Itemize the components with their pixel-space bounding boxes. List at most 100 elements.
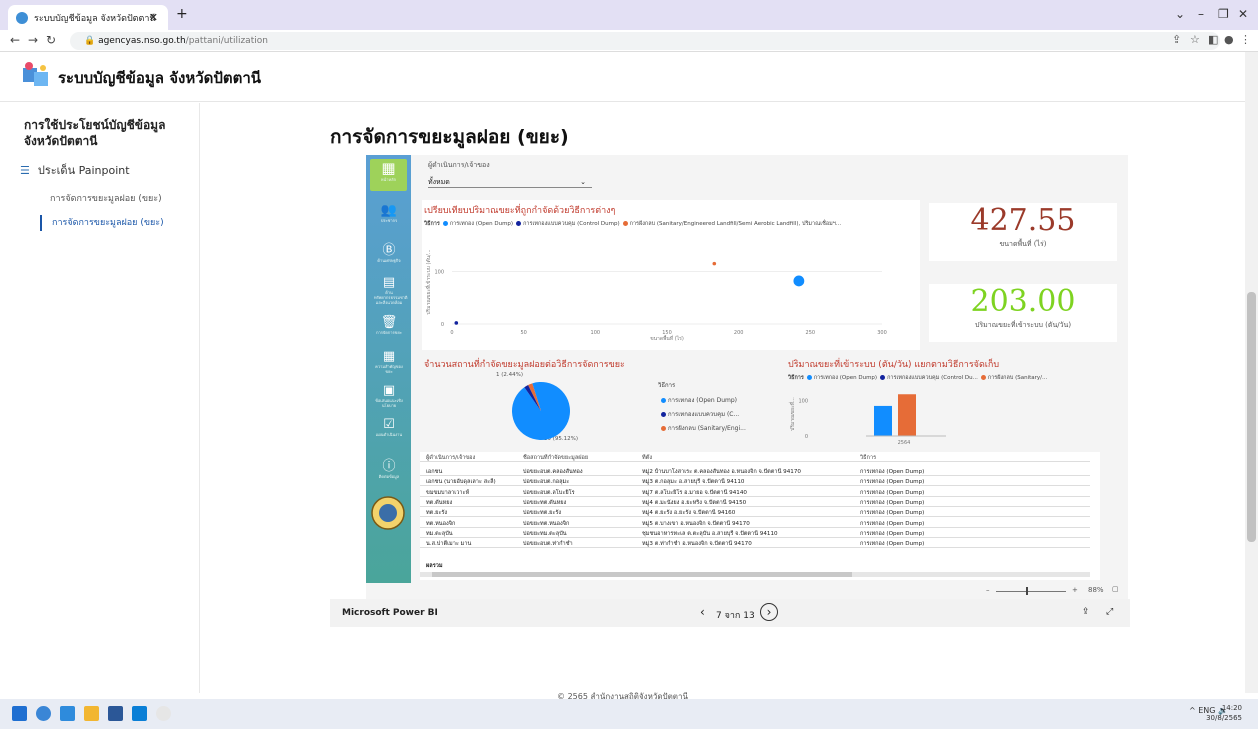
tray-chevron-icon[interactable]: ^ xyxy=(1189,706,1198,715)
clock[interactable]: 14:20 30/8/2565 xyxy=(1206,703,1242,723)
table-row[interactable]: ทต.ยะรัง บ่อขยะทต.ยะรัง หมู่4 ต.ยะรัง อ.ยะ… xyxy=(420,509,1090,518)
waste-sites-table[interactable]: ผู้ดำเนินการ/เจ้าของ ชื่อสถานที่กำจัดขยะม… xyxy=(420,452,1100,580)
legend-item: การเทกอง (Open Dump) xyxy=(449,221,514,227)
table-cell: การเทกอง (Open Dump) xyxy=(860,499,925,506)
share-icon[interactable]: ⇪ xyxy=(1172,33,1181,46)
page-scrollbar[interactable] xyxy=(1245,52,1258,693)
tab-search-chevron-icon[interactable]: ⌄ xyxy=(1175,7,1185,21)
pie-legend-item: การฝังกลบ (Sanitary/Engi... xyxy=(658,422,746,436)
pie-legend-item: การเทกองแบบควบคุม (C... xyxy=(658,408,746,422)
table-row[interactable]: ทต.หนองจิก บ่อขยะทต.หนองจิก หมู่5 ต.บางเขา… xyxy=(420,520,1090,528)
forward-icon[interactable]: → xyxy=(28,33,38,47)
site-logo-icon xyxy=(23,62,48,86)
rail-population-button[interactable]: 👥 ประชากร xyxy=(374,203,404,231)
info-icon: ⓘ xyxy=(382,459,396,474)
legend-dot xyxy=(442,221,448,226)
share-report-icon[interactable]: ⇪ xyxy=(1082,607,1090,617)
minimize-icon[interactable]: – xyxy=(1198,7,1204,21)
table-cell: ผู้ดำเนินการ/เจ้าของ xyxy=(426,455,476,461)
bar xyxy=(874,405,892,436)
sidebar-item-waste-2[interactable]: การจัดการขยะมูลฝอย (ขยะ) xyxy=(40,215,164,231)
file-explorer-icon[interactable] xyxy=(84,706,99,721)
table-cell: ทม.ตะลุบัน xyxy=(426,530,453,537)
table-cell: บ่อขยะทต.ตันหยง xyxy=(523,499,567,506)
chrome-icon[interactable] xyxy=(156,706,171,721)
new-tab-icon[interactable]: + xyxy=(176,6,188,22)
window-close-icon[interactable]: ✕ xyxy=(1238,7,1248,21)
tab-close-icon[interactable]: ✕ xyxy=(149,11,158,24)
table-scroll-thumb[interactable] xyxy=(432,572,852,577)
browser-menu-icon[interactable]: ⋮ xyxy=(1240,33,1251,46)
rail-waste-button[interactable]: 🗑 การจัดการขยะ xyxy=(374,315,404,343)
legend-item: การเทกอง (Open Dump) xyxy=(813,375,878,381)
rail-label: ด้านเศรษฐกิจ xyxy=(377,258,401,263)
sidebar-section-label: ประเด็น Painpoint xyxy=(37,164,130,177)
table-cell: บ่อขยะทต.หนองจิก xyxy=(523,520,570,527)
rail-plan-button[interactable]: ☑ แผนดำเนินงาน xyxy=(374,417,404,445)
table-cell: หมู่4 ต.มะนังยง อ.ยะหริ่ง จ.ปัตตานี 9415… xyxy=(642,499,747,506)
checklist-icon: ☑ xyxy=(383,417,395,432)
zoom-slider[interactable] xyxy=(996,591,1066,592)
pie-legend: การเทกอง (Open Dump) การเทกองแบบควบคุม (… xyxy=(658,394,746,436)
table-row[interactable]: เอกชน บ่อขยะอบต.คลองสันทอง หมู่2 บ้านบาโงส… xyxy=(420,468,1090,476)
owner-filter-dropdown[interactable]: ทั้งหมด ⌄ xyxy=(428,176,592,188)
table-cell: การเทกอง (Open Dump) xyxy=(860,541,925,548)
url-field[interactable]: 🔒 agencyas.nso.go.th/pattani/utilization xyxy=(70,32,1220,50)
person-board-icon: ▣ xyxy=(382,383,396,398)
zoom-slider-handle[interactable] xyxy=(1026,587,1028,595)
zoom-out-icon[interactable]: – xyxy=(986,586,990,594)
store-icon[interactable] xyxy=(60,706,75,721)
zoom-in-icon[interactable]: + xyxy=(1072,586,1078,594)
table-row[interactable]: น.ส.ปาตีเมาะ มาน บ่อขยะอบต.ท่ากำชำ หมู่3 ต… xyxy=(420,540,1090,549)
x-tick-label: 2564 xyxy=(898,440,911,446)
bar-chart[interactable]: 0 100ปริมาณขยะที่... 2564 xyxy=(786,384,986,450)
edge-icon[interactable] xyxy=(36,706,51,721)
bar-legend: วิธีการ การเทกอง (Open Dump) การเทกองแบบคว… xyxy=(788,374,1116,382)
profile-avatar-icon[interactable]: ● xyxy=(1224,33,1234,46)
rail-environment-button[interactable]: ▤ ด้านทรัพยากรธรรมชาติและสิ่งแวดล้อม xyxy=(374,275,408,305)
word-icon[interactable] xyxy=(108,706,123,721)
table-row[interactable]: ทม.ตะลุบัน บ่อขยะทม.ตะลุบัน ชุมชนอาหารทะเล… xyxy=(420,530,1090,538)
legend-dot xyxy=(980,375,986,380)
building-icon: ▤ xyxy=(382,275,396,290)
table-row[interactable]: ทต.ตันหยง บ่อขยะทต.ตันหยง หมู่4 ต.มะนังยง … xyxy=(420,499,1090,507)
table-cell: บ่อขยะอบต.คลองสันทอง xyxy=(523,469,583,475)
zoom-level: 88% xyxy=(1088,586,1104,594)
sidebar-toggle-icon[interactable]: ◧ xyxy=(1208,33,1218,46)
scrollbar-thumb[interactable] xyxy=(1247,292,1256,542)
reload-icon[interactable]: ↻ xyxy=(46,33,56,47)
scatter-plot[interactable]: 01000 50 100 150 200 250 300ขนาดพื้นที่ (ไร่)ป… xyxy=(422,230,920,350)
fullscreen-icon[interactable]: ⤢ xyxy=(1106,607,1113,617)
rail-contact-button[interactable]: ⓘ ติดต่อข้อมูล xyxy=(374,455,404,483)
fit-to-page-icon[interactable]: ▢ xyxy=(1112,585,1119,593)
rail-policy-button[interactable]: ▣ ข้อเสนอแนะเชิงนโยบาย xyxy=(374,383,404,411)
rail-home-button[interactable]: ▦ หน้าหลัก xyxy=(370,159,407,191)
x-tick-label: 200 xyxy=(734,330,744,336)
site-header: ระบบบัญชีข้อมูล จังหวัดปัตตานี xyxy=(0,52,1245,102)
bookmark-star-icon[interactable]: ☆ xyxy=(1190,33,1200,46)
table-row[interactable]: เอกชน (นายอับดุลเลาะ สะลี) บ่อขยะอบต.กอลุ… xyxy=(420,478,1090,487)
pie-chart[interactable] xyxy=(510,380,572,442)
browser-tab[interactable]: ระบบบัญชีข้อมูล จังหวัดปัตตานี ✕ xyxy=(8,5,168,30)
rail-economy-button[interactable]: Ⓑ ด้านเศรษฐกิจ xyxy=(374,239,404,267)
kpi-area-card: 427.55 ขนาดพื้นที่ (ไร่) xyxy=(929,203,1117,261)
list-icon: ☰ xyxy=(20,163,30,177)
start-icon[interactable] xyxy=(12,706,27,721)
table-row[interactable]: ขมขมบาลาเวาะห์ บ่อขยะอบต.ลโบะยิโร หมู่7 ต.… xyxy=(420,489,1090,497)
table-total-row: ผลรวม xyxy=(426,563,443,569)
rail-importance-button[interactable]: ▦ ความสำคัญของขยะ xyxy=(374,349,404,377)
back-icon[interactable]: ← xyxy=(10,33,20,47)
sidebar-item-waste-1[interactable]: การจัดการขยะมูลฝอย (ขยะ) xyxy=(40,191,162,207)
restore-icon[interactable]: ❐ xyxy=(1218,7,1229,21)
table-horizontal-scrollbar[interactable] xyxy=(420,572,1090,577)
sidebar-section-painpoint[interactable]: ☰ ประเด็น Painpoint xyxy=(20,161,130,179)
app-icon[interactable] xyxy=(132,706,147,721)
prev-page-icon[interactable]: ‹ xyxy=(700,605,705,619)
powerbi-brand[interactable]: Microsoft Power BI xyxy=(342,608,438,618)
table-cell: วิธีการ xyxy=(860,455,877,461)
legend-text: การฝังกลบ (Sanitary/Engi... xyxy=(668,425,746,432)
site-title[interactable]: ระบบบัญชีข้อมูล จังหวัดปัตตานี xyxy=(58,66,261,90)
next-page-button[interactable]: › xyxy=(760,603,778,621)
table-cell: เอกชน (นายอับดุลเลาะ สะลี) xyxy=(426,479,496,486)
table-header-row[interactable]: ผู้ดำเนินการ/เจ้าของ ชื่อสถานที่กำจัดขยะม… xyxy=(420,454,1090,462)
